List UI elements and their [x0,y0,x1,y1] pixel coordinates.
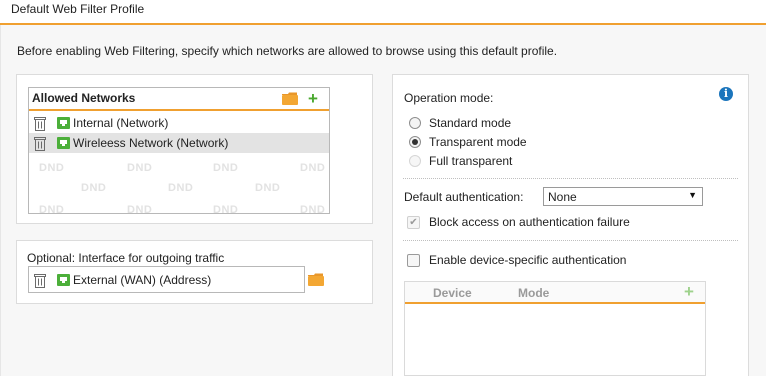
dnd-watermark: DND [127,162,153,174]
standard-mode-radio[interactable] [409,117,421,129]
mode-column-header: Mode [518,286,550,300]
folder-icon[interactable] [308,273,324,289]
network-icon [57,117,70,132]
dnd-watermark: DND [300,162,326,174]
network-row-wireless[interactable]: Wireleess Network (Network) [29,133,329,153]
separator [403,240,738,241]
intro-text: Before enabling Web Filtering, specify w… [17,44,558,58]
transparent-mode-radio[interactable] [409,136,421,148]
add-network-plus-icon[interactable]: + [308,90,318,107]
trash-icon[interactable] [34,116,46,134]
device-table-header: Device Mode + [405,282,705,304]
full-transparent-label: Full transparent [429,154,513,168]
allowed-networks-list: Allowed Networks + Internal (Network) Wi… [28,87,330,214]
separator [403,178,738,179]
device-table: Device Mode + [404,281,706,376]
network-label: Internal (Network) [73,116,169,130]
trash-icon[interactable] [34,136,46,154]
folder-icon[interactable] [282,92,298,108]
dnd-watermark: DND [39,204,65,214]
dnd-watermark: DND [127,204,153,214]
network-label: Wireleess Network (Network) [73,136,229,150]
network-row-internal[interactable]: Internal (Network) [29,113,329,133]
outgoing-interface-label: Optional: Interface for outgoing traffic [27,251,225,265]
add-device-plus-icon: + [684,282,694,301]
default-auth-value: None [548,190,577,204]
default-auth-label: Default authentication: [404,190,524,204]
dnd-watermark: DND [300,204,326,214]
dropdown-arrow-icon: ▼ [688,190,697,200]
title-bar: Default Web Filter Profile [0,0,766,25]
interface-label: External (WAN) (Address) [73,273,212,287]
dnd-watermark: DND [39,162,65,174]
block-access-checkbox: ✔ [407,216,420,229]
network-icon [57,137,70,152]
window-title: Default Web Filter Profile [11,2,145,16]
device-auth-label[interactable]: Enable device-specific authentication [429,253,626,267]
network-icon [57,274,70,289]
block-access-label: Block access on authentication failure [429,215,630,229]
dnd-watermark: DND [213,204,239,214]
allowed-networks-title: Allowed Networks [32,91,136,105]
dnd-watermark: DND [255,182,281,194]
device-auth-checkbox[interactable] [407,254,420,267]
transparent-mode-label[interactable]: Transparent mode [429,135,527,149]
dnd-watermark: DND [81,182,107,194]
outgoing-interface-field[interactable]: External (WAN) (Address) [28,266,305,293]
dnd-watermark: DND [213,162,239,174]
operation-mode-label: Operation mode: [404,91,494,105]
trash-icon[interactable] [34,273,46,291]
allowed-networks-header: Allowed Networks + [29,88,329,111]
default-auth-select[interactable]: None ▼ [543,187,703,206]
info-icon[interactable]: i [719,87,733,101]
dnd-watermark: DND [168,182,194,194]
device-column-header: Device [433,286,472,300]
standard-mode-label[interactable]: Standard mode [429,116,511,130]
interface-row[interactable]: External (WAN) (Address) [29,270,304,290]
full-transparent-radio [409,155,421,167]
